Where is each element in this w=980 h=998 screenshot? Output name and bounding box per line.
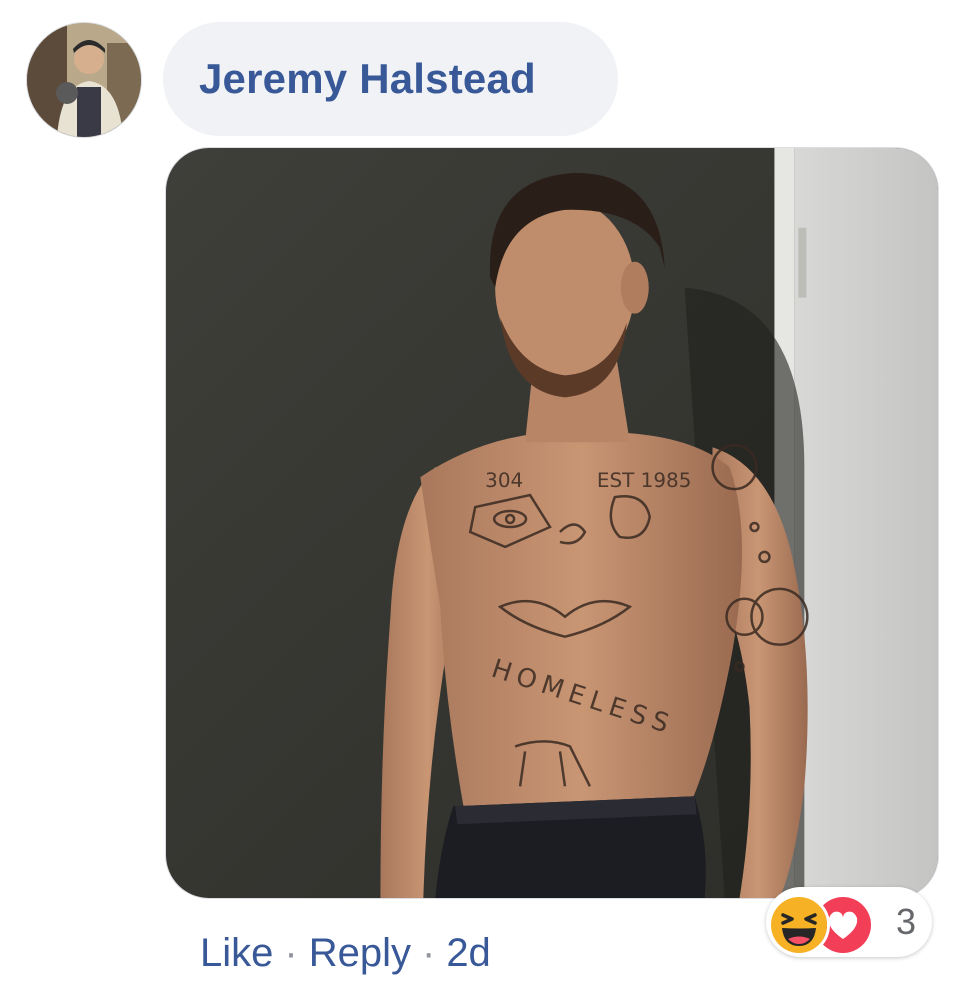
reactions-summary[interactable]: 3 — [766, 887, 932, 957]
comment-bubble: Jeremy Halstead — [163, 22, 618, 136]
comment-actions: Like · Reply · 2d — [200, 925, 491, 981]
comment-timestamp[interactable]: 2d — [446, 931, 491, 976]
avatar-image — [27, 23, 141, 137]
author-avatar[interactable] — [26, 22, 142, 138]
haha-reaction-icon — [768, 894, 830, 956]
separator-dot: · — [284, 930, 298, 975]
photo-image: 304 EST 1985 HOMELESS — [166, 148, 938, 898]
drawn-text-304: 304 — [485, 468, 523, 492]
like-link[interactable]: Like — [200, 931, 273, 976]
comment-photo[interactable]: 304 EST 1985 HOMELESS — [165, 147, 939, 899]
reaction-count: 3 — [896, 901, 917, 942]
author-name[interactable]: Jeremy Halstead — [199, 55, 536, 103]
reply-link[interactable]: Reply — [309, 931, 411, 976]
drawn-text-est: EST 1985 — [597, 468, 692, 492]
separator-dot: · — [421, 930, 436, 975]
